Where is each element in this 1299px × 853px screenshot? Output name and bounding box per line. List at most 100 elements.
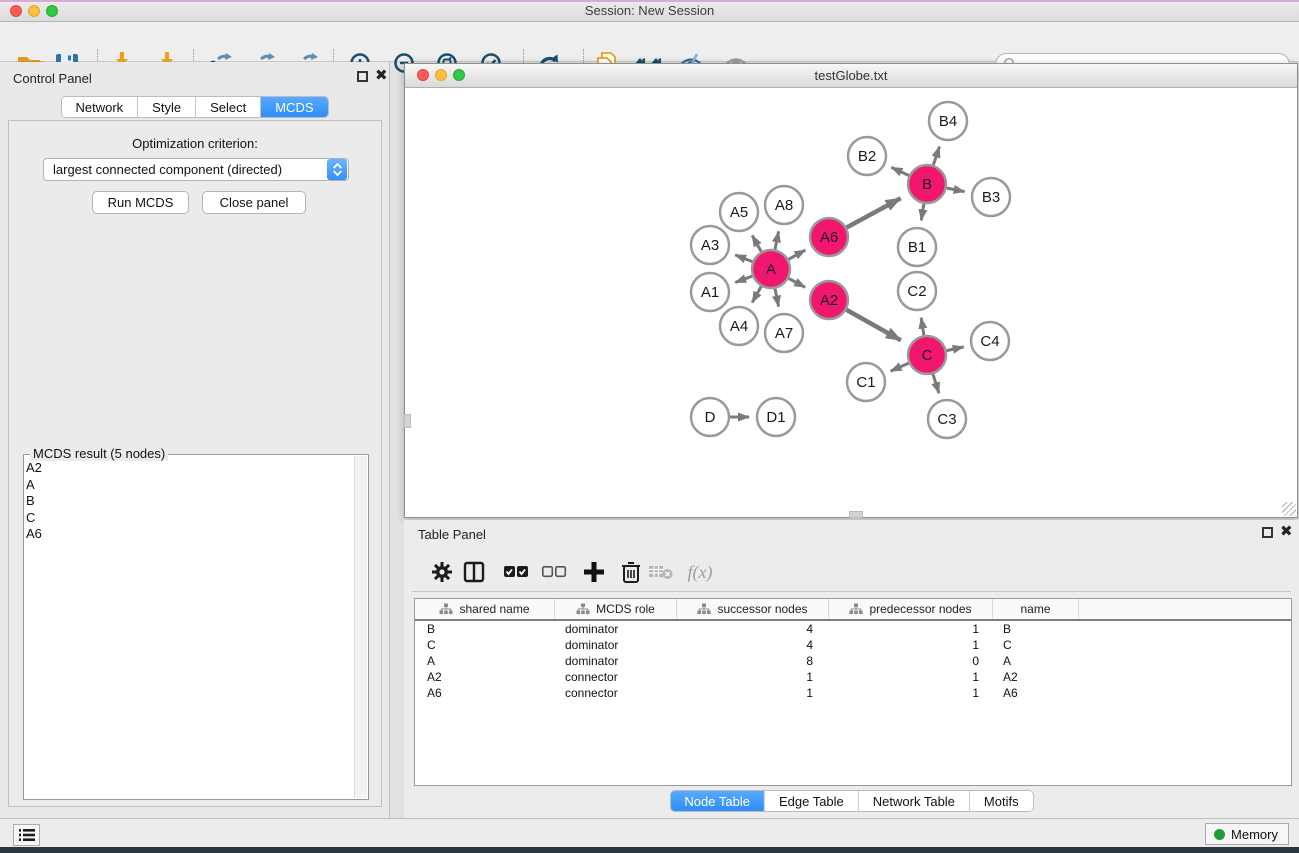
graph-node-label-C1: C1 <box>856 374 875 391</box>
tab-network-table[interactable]: Network Table <box>859 791 970 811</box>
table-cell[interactable]: dominator <box>555 638 677 652</box>
window-title: Session: New Session <box>0 3 1299 18</box>
table-cell[interactable]: A <box>415 654 555 668</box>
table-cell[interactable]: A2 <box>415 670 555 684</box>
table-cell[interactable]: C <box>993 638 1079 652</box>
table-row[interactable]: Cdominator41C <box>415 637 1291 653</box>
graph-node-label-A2: A2 <box>820 292 838 309</box>
show-column-panel-icon[interactable] <box>458 556 490 588</box>
optimization-criterion-label: Optimization criterion: <box>9 136 381 151</box>
table-toolbar: f(x) <box>412 552 1291 592</box>
memory-button[interactable]: Memory <box>1205 823 1289 845</box>
table-panel: Table Panel ✖ f(x) shared nameMCDS roles <box>404 520 1299 818</box>
graph-node-label-C4: C4 <box>980 333 999 350</box>
tab-network[interactable]: Network <box>61 97 138 117</box>
tab-node-table[interactable]: Node Table <box>670 791 765 811</box>
close-panel-icon[interactable]: ✖ <box>375 68 388 84</box>
graph-node-label-A5: A5 <box>730 204 748 221</box>
float-panel-icon[interactable] <box>357 71 368 82</box>
titlebar-accent-line <box>0 0 1299 2</box>
table-row[interactable]: A6connector11A6 <box>415 685 1291 701</box>
table-cell[interactable]: 1 <box>829 622 993 636</box>
canvas-scroll-indicator-left[interactable] <box>404 414 411 428</box>
tab-motifs[interactable]: Motifs <box>970 791 1033 811</box>
run-mcds-button[interactable]: Run MCDS <box>92 191 189 214</box>
table-row[interactable]: A2connector11A2 <box>415 669 1291 685</box>
table-cell[interactable]: 8 <box>677 654 829 668</box>
mcds-result-item[interactable]: B <box>26 493 353 510</box>
task-history-button[interactable] <box>13 824 40 846</box>
status-bar: Memory <box>0 818 1299 847</box>
table-cell[interactable]: dominator <box>555 622 677 636</box>
network-canvas[interactable]: B4B2BB3A8A5A6A3B1AA1C2A2A4A7C4CC1C3DD1 <box>405 88 1297 517</box>
column-header-name[interactable]: name <box>993 599 1079 619</box>
deselect-all-columns-icon[interactable] <box>538 556 570 588</box>
function-builder-icon[interactable]: f(x) <box>684 556 716 588</box>
table-cell[interactable]: 0 <box>829 654 993 668</box>
table-cell[interactable]: 1 <box>829 686 993 700</box>
mcds-result-list[interactable]: A2ABCA6 <box>26 460 353 797</box>
table-cell[interactable]: connector <box>555 670 677 684</box>
table-body: Bdominator41BCdominator41CAdominator80AA… <box>415 621 1291 701</box>
mcds-result-item[interactable]: A <box>26 477 353 494</box>
tab-select[interactable]: Select <box>196 97 261 117</box>
table-cell[interactable]: connector <box>555 686 677 700</box>
list-icon <box>19 828 35 842</box>
table-row[interactable]: Bdominator41B <box>415 621 1291 637</box>
column-header-successor-nodes[interactable]: successor nodes <box>677 599 829 619</box>
table-row[interactable]: Adominator80A <box>415 653 1291 669</box>
node-table[interactable]: shared name MCDS role successor nodesprede… <box>414 598 1292 786</box>
fx-label: f(x) <box>688 562 713 583</box>
table-cell[interactable]: 4 <box>677 638 829 652</box>
column-header-shared-name[interactable]: shared name <box>415 599 555 619</box>
table-cell[interactable]: 1 <box>829 670 993 684</box>
column-header-label: MCDS role <box>596 602 655 616</box>
close-table-panel-icon[interactable]: ✖ <box>1280 524 1293 540</box>
delete-table-icon[interactable] <box>645 556 677 588</box>
mcds-result-item[interactable]: C <box>26 510 353 527</box>
network-graph[interactable]: B4B2BB3A8A5A6A3B1AA1C2A2A4A7C4CC1C3DD1 <box>405 88 1297 517</box>
float-table-panel-icon[interactable] <box>1262 527 1273 538</box>
table-cell[interactable]: 4 <box>677 622 829 636</box>
graph-node-label-A7: A7 <box>775 325 793 342</box>
memory-status-icon <box>1214 829 1225 840</box>
canvas-scroll-indicator-bottom[interactable] <box>849 511 863 518</box>
table-cell[interactable]: 1 <box>677 686 829 700</box>
table-cell[interactable]: A <box>993 654 1079 668</box>
column-type-icon <box>576 603 590 615</box>
table-cell[interactable]: 1 <box>829 638 993 652</box>
criterion-dropdown[interactable]: largest connected component (directed) <box>43 158 349 181</box>
close-panel-button[interactable]: Close panel <box>202 191 306 214</box>
table-cell[interactable]: B <box>415 622 555 636</box>
table-settings-gear-icon[interactable] <box>426 556 458 588</box>
window-resize-grip[interactable] <box>1282 502 1296 516</box>
column-header-MCDS-role[interactable]: MCDS role <box>555 599 677 619</box>
table-cell[interactable]: 1 <box>677 670 829 684</box>
mcds-result-item[interactable]: A6 <box>26 526 353 543</box>
control-panel-header: Control Panel ✖ <box>0 62 389 92</box>
network-window-titlebar[interactable]: testGlobe.txt <box>405 64 1297 88</box>
delete-column-trash-icon[interactable] <box>615 556 647 588</box>
create-column-plus-icon[interactable] <box>578 556 610 588</box>
tab-edge-table[interactable]: Edge Table <box>765 791 859 811</box>
main-toolbar <box>0 22 1299 62</box>
table-cell[interactable]: dominator <box>555 654 677 668</box>
tab-style[interactable]: Style <box>138 97 196 117</box>
table-cell[interactable]: A6 <box>993 686 1079 700</box>
graph-node-label-D: D <box>705 409 716 426</box>
mcds-result-scrollbar[interactable] <box>354 456 367 798</box>
tab-mcds[interactable]: MCDS <box>261 97 327 117</box>
graph-node-label-D1: D1 <box>766 409 785 426</box>
graph-node-label-A3: A3 <box>701 237 719 254</box>
table-cell[interactable]: B <box>993 622 1079 636</box>
column-type-icon <box>439 603 453 615</box>
table-cell[interactable]: A2 <box>993 670 1079 684</box>
column-type-icon <box>697 603 711 615</box>
table-cell[interactable]: C <box>415 638 555 652</box>
column-header-predecessor-nodes[interactable]: predecessor nodes <box>829 599 993 619</box>
table-cell[interactable]: A6 <box>415 686 555 700</box>
mcds-result-item[interactable]: A2 <box>26 460 353 477</box>
graph-node-label-A4: A4 <box>730 318 748 335</box>
select-all-columns-icon[interactable] <box>500 556 532 588</box>
control-panel-tabs: Network Style Select MCDS <box>60 96 328 118</box>
